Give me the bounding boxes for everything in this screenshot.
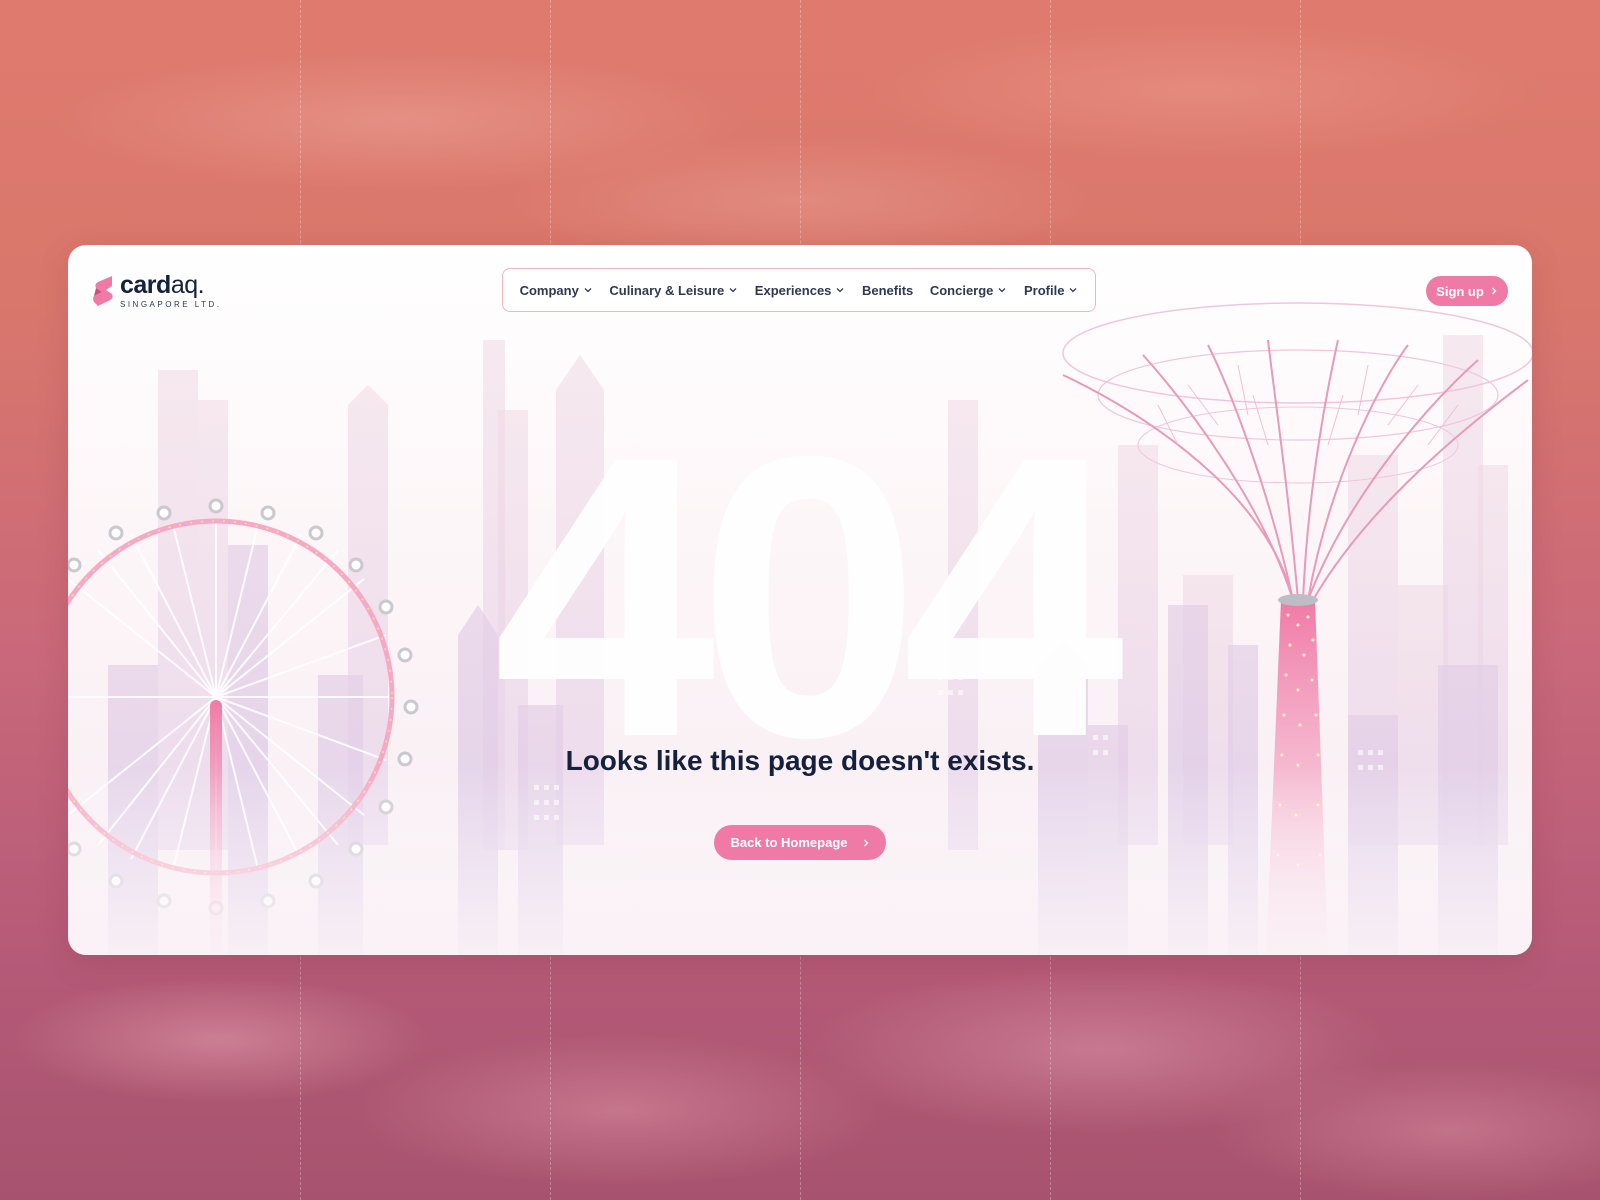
nav-item-benefits[interactable]: Benefits xyxy=(862,283,913,298)
cardaq-logo-icon xyxy=(93,276,113,306)
nav-item-label: Concierge xyxy=(929,282,994,298)
chevron-down-icon xyxy=(1069,288,1077,293)
sign-up-label: Sign up xyxy=(1436,283,1484,299)
brand-name-bold: card xyxy=(120,271,171,299)
brand-name-light: aq. xyxy=(170,271,205,299)
sign-up-button[interactable]: Sign up xyxy=(1426,276,1508,306)
nav-item-culinary-leisure[interactable]: Culinary & Leisure xyxy=(609,283,738,298)
error-message: Looks like this page doesn't exists. xyxy=(565,745,1035,776)
chevron-right-icon xyxy=(1491,287,1497,295)
error-code: 404 xyxy=(493,373,1124,820)
nav-item-label: Profile xyxy=(1023,282,1065,298)
nav-item-label: Company xyxy=(519,282,579,298)
page-card: cardaq. SINGAPORE LTD. Company Culinary … xyxy=(68,245,1532,955)
nav-item-label: Benefits xyxy=(861,282,914,298)
back-to-homepage-button[interactable]: Back to Homepage xyxy=(714,825,886,860)
chevron-down-icon xyxy=(836,288,844,293)
chevron-down-icon xyxy=(998,288,1006,293)
nav-item-profile[interactable]: Profile xyxy=(1024,283,1078,298)
brand-wordmark: cardaq. SINGAPORE LTD. xyxy=(120,271,222,310)
chevron-down-icon xyxy=(584,288,592,293)
main-nav: Company Culinary & Leisure Experiences B… xyxy=(502,268,1096,312)
nav-item-label: Experiences xyxy=(754,282,832,298)
nav-item-label: Culinary & Leisure xyxy=(609,282,725,298)
brand-subtitle: SINGAPORE LTD. xyxy=(120,300,222,309)
brand-logo[interactable]: cardaq. SINGAPORE LTD. xyxy=(92,273,222,309)
chevron-down-icon xyxy=(729,288,737,293)
nav-item-company[interactable]: Company xyxy=(520,283,593,298)
back-to-homepage-label: Back to Homepage xyxy=(730,835,848,850)
nav-item-experiences[interactable]: Experiences xyxy=(755,283,846,298)
nav-item-concierge[interactable]: Concierge xyxy=(930,283,1008,298)
chevron-right-icon xyxy=(863,839,869,846)
